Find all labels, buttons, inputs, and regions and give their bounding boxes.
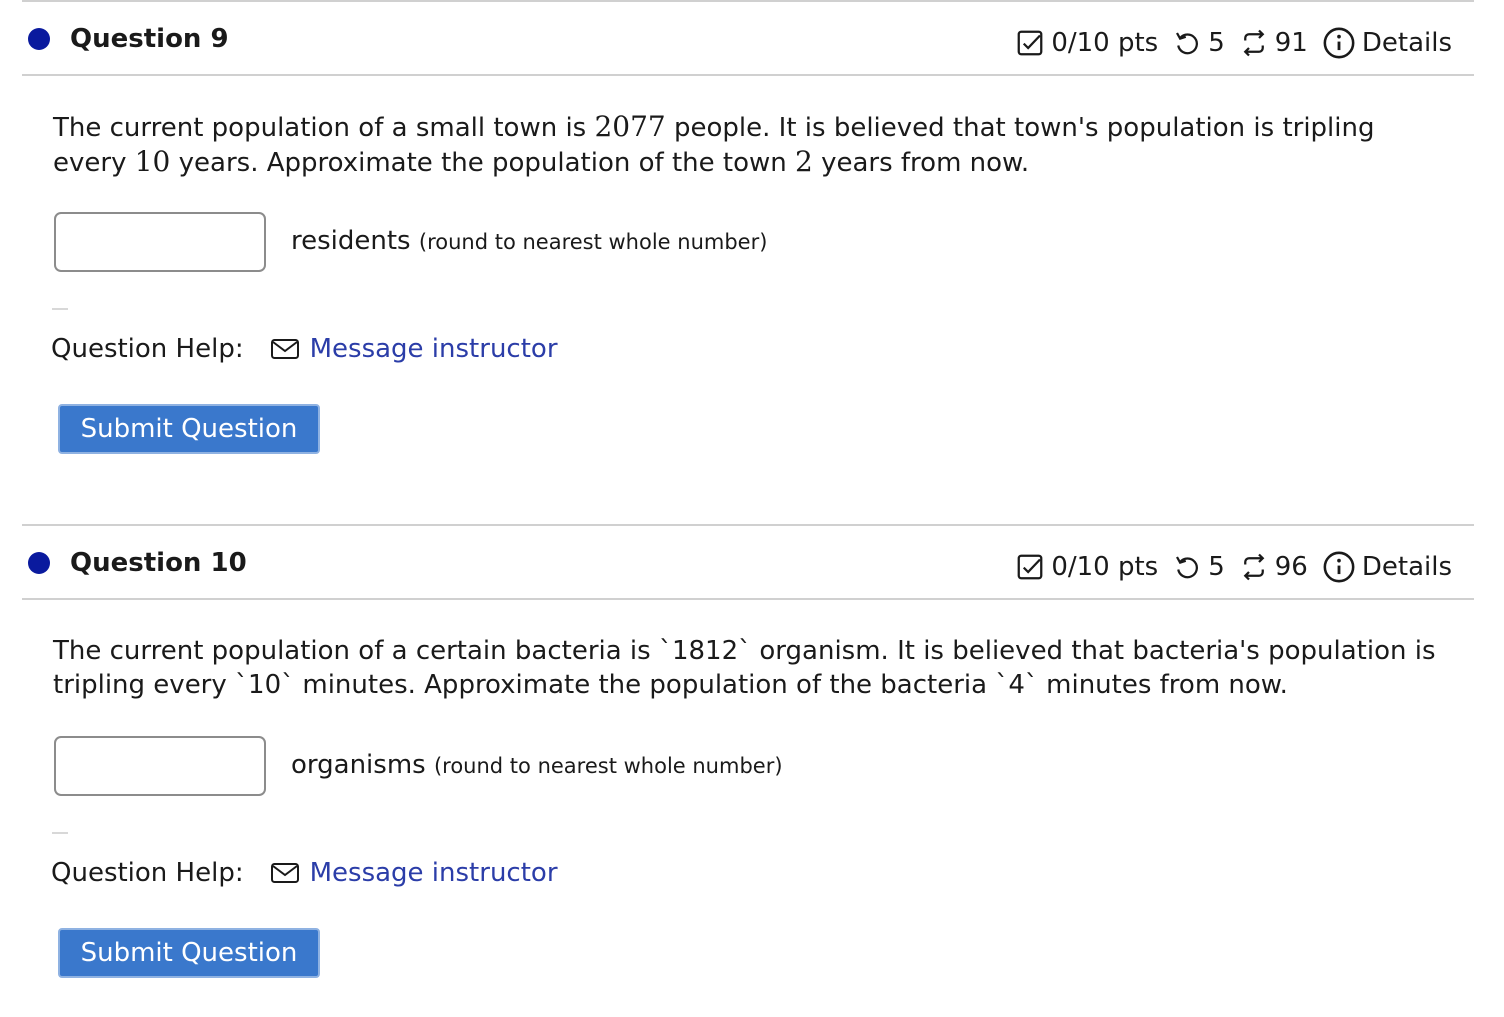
unit-label: organisms (round to nearest whole number… — [291, 750, 783, 780]
status-dot — [28, 552, 50, 574]
unit-label: residents (round to nearest whole number… — [291, 226, 768, 256]
question-title: Question 10 — [70, 548, 247, 578]
question-help: Question Help: Message instructor — [51, 858, 558, 888]
info-icon[interactable] — [1322, 26, 1356, 60]
question-meta: 0/10 pts 5 96 Details — [1015, 550, 1452, 584]
question-body: The current population of a small town i… — [22, 76, 1474, 524]
question-text: The current population of a small town i… — [53, 110, 1375, 178]
rounding-hint: (round to nearest whole number) — [433, 754, 783, 778]
divider-mark — [52, 832, 68, 834]
attempts-value: 5 — [1208, 28, 1225, 58]
answer-input[interactable] — [54, 736, 266, 796]
help-label: Question Help: — [51, 858, 244, 888]
question-header: Question 9 0/10 pts 5 91 Details — [22, 0, 1474, 76]
points-value: 0/10 pts — [1051, 28, 1159, 58]
message-instructor-link[interactable]: Message instructor — [270, 334, 558, 364]
versions-icon — [1239, 552, 1269, 582]
mail-icon — [270, 861, 300, 885]
details-link[interactable]: Details — [1362, 552, 1452, 582]
mail-icon — [270, 337, 300, 361]
versions-value: 96 — [1274, 552, 1308, 582]
submit-question-button[interactable]: Submit Question — [58, 928, 320, 978]
question-title: Question 9 — [70, 24, 229, 54]
help-label: Question Help: — [51, 334, 244, 364]
question-text: The current population of a certain bact… — [53, 636, 1436, 700]
question-help: Question Help: Message instructor — [51, 334, 558, 364]
retry-icon — [1172, 552, 1202, 582]
versions-value: 91 — [1274, 28, 1308, 58]
answer-input[interactable] — [54, 212, 266, 272]
question-header: Question 10 0/10 pts 5 96 Details — [22, 524, 1474, 600]
checkbox-icon — [1015, 552, 1045, 582]
checkbox-icon — [1015, 28, 1045, 58]
submit-question-button[interactable]: Submit Question — [58, 404, 320, 454]
info-icon[interactable] — [1322, 550, 1356, 584]
details-link[interactable]: Details — [1362, 28, 1452, 58]
question-10: Question 10 0/10 pts 5 96 Details The cu… — [22, 524, 1474, 1017]
question-body: The current population of a certain bact… — [22, 600, 1474, 1017]
message-instructor-link[interactable]: Message instructor — [270, 858, 558, 888]
question-meta: 0/10 pts 5 91 Details — [1015, 26, 1452, 60]
versions-icon — [1239, 28, 1269, 58]
retry-icon — [1172, 28, 1202, 58]
question-9: Question 9 0/10 pts 5 91 Details The cur… — [22, 0, 1474, 524]
status-dot — [28, 28, 50, 50]
rounding-hint: (round to nearest whole number) — [418, 230, 768, 254]
divider-mark — [52, 308, 68, 310]
points-value: 0/10 pts — [1051, 552, 1159, 582]
attempts-value: 5 — [1208, 552, 1225, 582]
